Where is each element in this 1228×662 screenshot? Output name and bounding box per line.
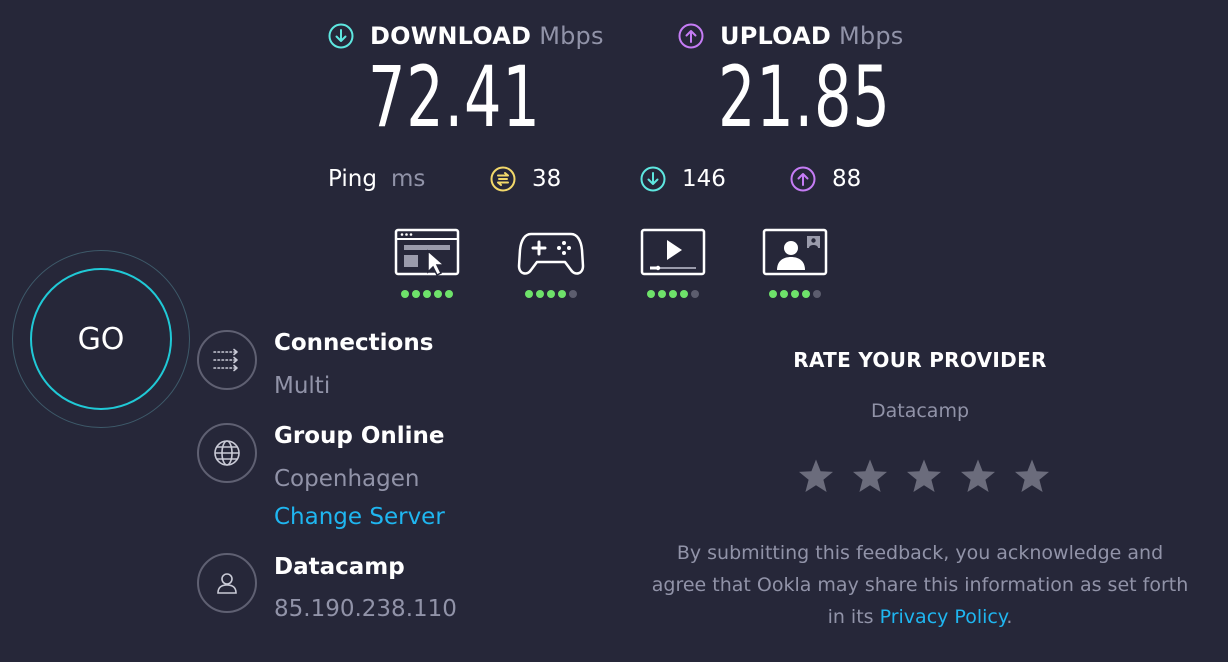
star-2-icon[interactable] [851, 458, 889, 496]
rating-dot-filled [647, 290, 655, 298]
globe-icon-ring [197, 423, 257, 483]
server-location: Copenhagen [274, 466, 420, 492]
video-call-icon [762, 228, 828, 276]
upload-unit: Mbps [838, 22, 904, 50]
video-streaming-icon [640, 228, 706, 276]
rating-dot-filled [536, 290, 544, 298]
rating-dot-filled [658, 290, 666, 298]
upload-arrow-icon [678, 23, 704, 49]
globe-icon [214, 440, 240, 466]
upload-latency-value: 88 [832, 166, 862, 192]
rating-dot-filled [412, 290, 420, 298]
connections-value: Multi [274, 373, 331, 399]
rating-dot-filled [680, 290, 688, 298]
rating-dot-filled [802, 290, 810, 298]
activity-gaming[interactable] [516, 228, 586, 298]
upload-speed-value: 21.85 [718, 48, 891, 146]
download-header: DOWNLOAD Mbps [328, 22, 604, 50]
star-3-icon[interactable] [905, 458, 943, 496]
rating-dot-empty [813, 290, 821, 298]
download-latency: 146 [640, 166, 726, 192]
rating-dot-filled [780, 290, 788, 298]
rating-dot-filled [669, 290, 677, 298]
rating-dot-filled [525, 290, 533, 298]
rating-dot-filled [769, 290, 777, 298]
rating-dots [516, 290, 586, 298]
connections-icon-ring [197, 330, 257, 390]
idle-latency: 38 [490, 166, 561, 192]
idle-latency-value: 38 [532, 166, 562, 192]
rating-dot-filled [434, 290, 442, 298]
rating-dot-filled [401, 290, 409, 298]
ping-label-group: Ping ms [328, 166, 425, 192]
star-1-icon[interactable] [797, 458, 835, 496]
rating-dot-filled [791, 290, 799, 298]
server-name: Group Online [274, 423, 445, 449]
rating-dots [760, 290, 830, 298]
upload-header: UPLOAD Mbps [678, 22, 903, 50]
idle-latency-icon [490, 166, 516, 192]
web-browsing-icon [394, 228, 460, 277]
star-5-icon[interactable] [1013, 458, 1051, 496]
rate-provider-name: Datacamp [870, 400, 970, 422]
change-server-link[interactable]: Change Server [274, 504, 445, 530]
upload-latency: 88 [790, 166, 861, 192]
download-latency-value: 146 [682, 166, 726, 192]
star-4-icon[interactable] [959, 458, 997, 496]
connections-icon [213, 348, 238, 372]
ping-label: Ping [328, 166, 377, 192]
feedback-disclaimer: By submitting this feedback, you acknowl… [650, 537, 1190, 633]
download-arrow-icon [328, 23, 354, 49]
disclaimer-end: . [1006, 606, 1013, 628]
privacy-policy-link[interactable]: Privacy Policy [880, 606, 1007, 628]
activity-video-call[interactable] [760, 228, 830, 298]
go-button-ring: GO [12, 250, 190, 428]
star-rating [797, 458, 1051, 496]
rating-dot-filled [547, 290, 555, 298]
activity-video-streaming[interactable] [638, 228, 708, 298]
rating-dot-filled [445, 290, 453, 298]
upload-latency-icon [790, 166, 816, 192]
ip-address: 85.190.238.110 [274, 596, 457, 622]
user-icon-ring [197, 553, 257, 613]
user-icon [217, 573, 237, 594]
connections-title: Connections [274, 330, 434, 356]
rating-dot-filled [423, 290, 431, 298]
rating-dot-empty [691, 290, 699, 298]
upload-label: UPLOAD [720, 22, 831, 50]
download-unit: Mbps [539, 22, 604, 50]
download-latency-icon [640, 166, 666, 192]
rate-provider-title: RATE YOUR PROVIDER [793, 348, 1047, 372]
rating-dots [392, 290, 462, 298]
rating-dot-empty [569, 290, 577, 298]
rating-dot-filled [558, 290, 566, 298]
activity-web-browsing[interactable] [392, 228, 462, 298]
ping-unit: ms [390, 166, 426, 192]
gaming-controller-icon [517, 232, 585, 275]
download-label: DOWNLOAD [370, 22, 532, 50]
go-button[interactable]: GO [30, 268, 172, 410]
rating-dots [638, 290, 708, 298]
isp-name: Datacamp [274, 554, 405, 580]
download-speed-value: 72.41 [368, 48, 541, 146]
